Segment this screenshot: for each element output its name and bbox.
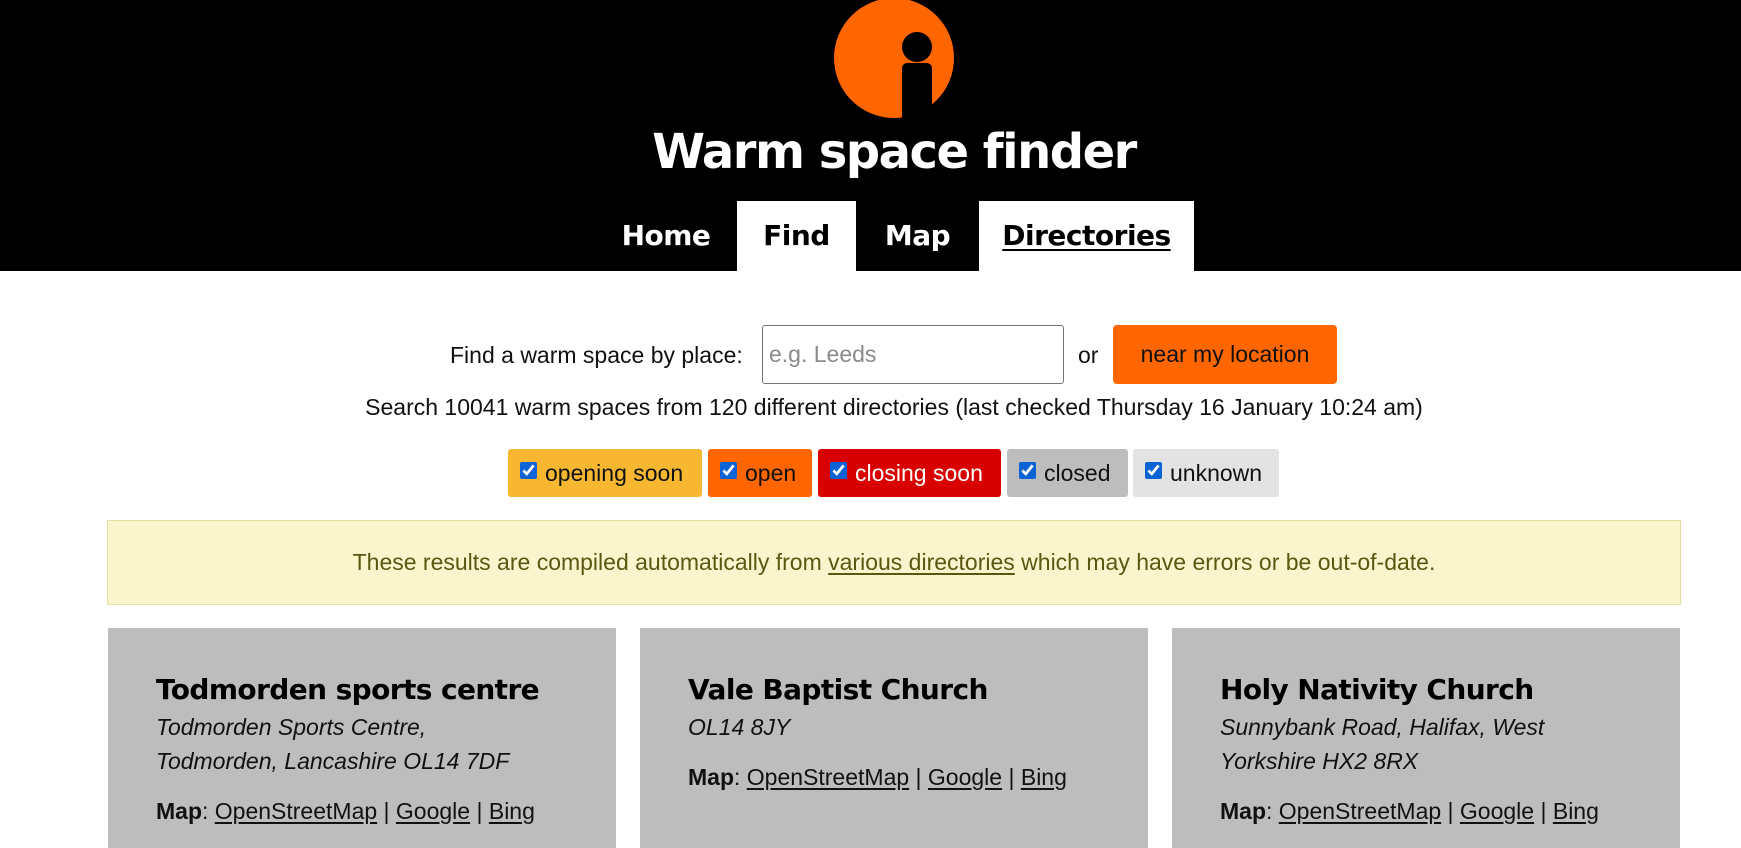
place-search-input[interactable] — [762, 325, 1064, 384]
warm-space-card: Todmorden sports centre Todmorden Sports… — [108, 628, 616, 848]
map-label: Map — [156, 798, 202, 824]
filter-closing-soon[interactable]: closing soon — [818, 449, 1001, 497]
tab-map[interactable]: Map — [856, 201, 979, 271]
openstreetmap-link[interactable]: OpenStreetMap — [1279, 798, 1441, 824]
card-address-line: Yorkshire HX2 8RX — [1220, 748, 1419, 774]
site-title: Warm space finder — [652, 124, 1137, 180]
notice-text-after: which may have errors or be out-of-date. — [1014, 549, 1436, 575]
card-address-line: OL14 8JY — [688, 714, 791, 740]
tab-find[interactable]: Find — [737, 201, 856, 271]
status-filters: opening soon open closing soon closed un… — [0, 449, 1741, 497]
card-address-line: Sunnybank Road, Halifax, West — [1220, 714, 1545, 740]
warm-space-card: Holy Nativity Church Sunnybank Road, Hal… — [1172, 628, 1680, 848]
or-text: or — [1078, 342, 1099, 368]
notice-text-before: These results are compiled automatically… — [352, 549, 829, 575]
card-map-links: Map: OpenStreetMap | Google | Bing — [1220, 798, 1599, 824]
filter-opening-soon[interactable]: opening soon — [508, 449, 702, 497]
bing-maps-link[interactable]: Bing — [1021, 764, 1067, 790]
card-address: Todmorden Sports Centre, Todmorden, Lanc… — [156, 710, 568, 778]
warm-space-card: Vale Baptist Church OL14 8JY Map: OpenSt… — [640, 628, 1148, 848]
filter-closing-soon-checkbox[interactable] — [830, 461, 847, 479]
results-notice: These results are compiled automatically… — [107, 520, 1681, 605]
search-label: Find a warm space by place: — [450, 342, 743, 368]
tab-map-label: Map — [884, 219, 951, 252]
openstreetmap-link[interactable]: OpenStreetMap — [215, 798, 377, 824]
tab-find-label: Find — [763, 219, 830, 252]
bing-maps-link[interactable]: Bing — [489, 798, 535, 824]
tab-directories[interactable]: Directories — [979, 201, 1194, 271]
filter-closed-checkbox[interactable] — [1019, 461, 1036, 479]
card-address: OL14 8JY — [688, 710, 1100, 744]
near-my-location-button[interactable]: near my location — [1113, 325, 1337, 384]
search-row: Find a warm space by place: or near my l… — [0, 325, 1741, 385]
filter-open-checkbox[interactable] — [720, 461, 737, 479]
card-address-line: Todmorden, Lancashire OL14 7DF — [156, 748, 510, 774]
site-header: Warm space finder Home Find Map Director… — [0, 0, 1741, 271]
map-label: Map — [1220, 798, 1266, 824]
tab-home-label: Home — [621, 219, 711, 252]
bing-maps-link[interactable]: Bing — [1553, 798, 1599, 824]
card-address-line: Todmorden Sports Centre, — [156, 714, 427, 740]
various-directories-link[interactable]: various directories — [828, 549, 1015, 575]
filter-opening-soon-checkbox[interactable] — [520, 461, 537, 479]
card-title[interactable]: Holy Nativity Church — [1220, 672, 1632, 708]
tab-home[interactable]: Home — [595, 201, 737, 271]
map-label: Map — [688, 764, 734, 790]
card-map-links: Map: OpenStreetMap | Google | Bing — [688, 764, 1067, 790]
card-map-links: Map: OpenStreetMap | Google | Bing — [156, 798, 535, 824]
info-person-icon[interactable] — [834, 0, 954, 118]
filter-unknown[interactable]: unknown — [1133, 449, 1279, 497]
google-maps-link[interactable]: Google — [928, 764, 1002, 790]
google-maps-link[interactable]: Google — [1460, 798, 1534, 824]
card-title[interactable]: Todmorden sports centre — [156, 672, 568, 708]
filter-unknown-checkbox[interactable] — [1145, 461, 1162, 479]
filter-closing-soon-label: closing soon — [855, 459, 983, 486]
google-maps-link[interactable]: Google — [396, 798, 470, 824]
filter-opening-soon-label: opening soon — [545, 459, 684, 486]
filter-open-label: open — [745, 459, 797, 486]
openstreetmap-link[interactable]: OpenStreetMap — [747, 764, 909, 790]
card-address: Sunnybank Road, Halifax, West Yorkshire … — [1220, 710, 1632, 778]
filter-closed[interactable]: closed — [1007, 449, 1128, 497]
tab-directories-label: Directories — [1002, 219, 1171, 252]
card-title[interactable]: Vale Baptist Church — [688, 672, 1100, 708]
filter-closed-label: closed — [1044, 459, 1111, 486]
filter-unknown-label: unknown — [1170, 459, 1263, 486]
filter-open[interactable]: open — [708, 449, 812, 497]
main-nav: Home Find Map Directories — [0, 201, 1741, 271]
search-info-text: Search 10041 warm spaces from 120 differ… — [365, 394, 1423, 420]
